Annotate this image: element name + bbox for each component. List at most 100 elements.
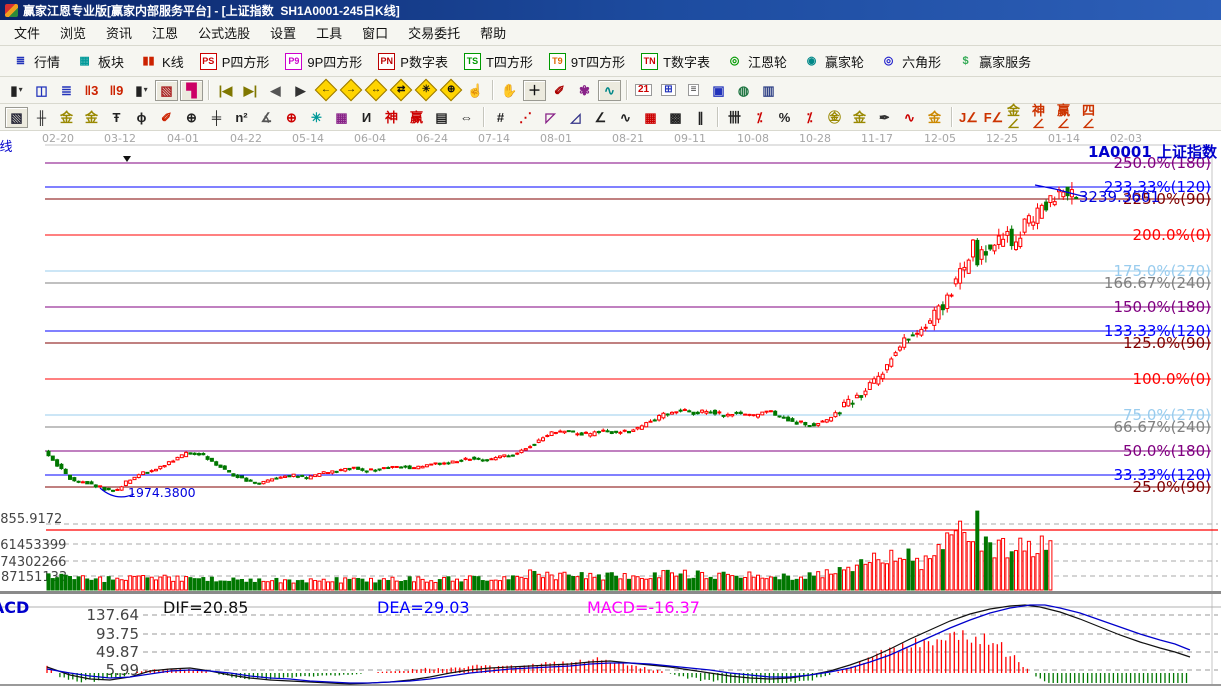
winner-wheel-button[interactable]: ◉赢家轮	[795, 49, 872, 74]
wave-mark-icon[interactable]: И	[355, 107, 378, 128]
fibo-ruler-icon[interactable]: Ŧ	[105, 107, 128, 128]
shift-right-icon[interactable]: →	[339, 80, 362, 101]
p-number-table-button[interactable]: PNP数字表	[370, 49, 456, 74]
brush-icon[interactable]: ✒	[873, 107, 896, 128]
calculator-icon[interactable]: ⊞	[657, 80, 680, 101]
gold-ratio-1-icon[interactable]: 金	[55, 107, 78, 128]
shen-tool-icon[interactable]: 神	[380, 107, 403, 128]
bars-9-icon[interactable]: ‖9	[105, 80, 128, 101]
crosshair-icon[interactable]: ＋	[523, 80, 546, 101]
percent-slash-icon[interactable]: ⁒	[748, 107, 771, 128]
prev-bar-icon[interactable]: ◀	[264, 80, 287, 101]
menu-item-3[interactable]: 资讯	[96, 19, 142, 46]
p-square-button[interactable]: PSP四方形	[192, 49, 278, 74]
chart-area[interactable]: 02-2003-1204-0104-2205-1406-0406-2407-14…	[0, 131, 1221, 689]
menu-item-9[interactable]: 交易委托	[398, 19, 470, 46]
time-circle-icon[interactable]: ⊕	[180, 107, 203, 128]
kline-style-icon[interactable]: ▮▾	[5, 80, 28, 101]
box-frame-icon[interactable]: #	[489, 107, 512, 128]
9t-square-button[interactable]: T99T四方形	[541, 49, 633, 74]
shen-angle-icon[interactable]: 神∠	[1032, 107, 1055, 128]
macd-scale-label: 93.75	[96, 625, 139, 643]
gann-ruler-icon[interactable]: ╫	[30, 107, 53, 128]
winner-service-button[interactable]: $赢家服务	[949, 49, 1039, 74]
grid-arrow-icon[interactable]: ▩	[664, 107, 687, 128]
circle-cross-icon[interactable]: ⊕	[280, 107, 303, 128]
menu-item-5[interactable]: 公式选股	[188, 19, 260, 46]
zigzag-icon[interactable]: ∿	[614, 107, 637, 128]
window-title: 赢家江恩专业版[赢家内部服务平台] - [上证指数 SH1A0001-245日K…	[23, 2, 400, 19]
angle-lines-icon[interactable]: ∠	[589, 107, 612, 128]
next-bar-icon[interactable]: ▶	[289, 80, 312, 101]
hexagon-button[interactable]: ◎六角形	[872, 49, 949, 74]
gann-pattern-box-icon[interactable]: ▧	[155, 80, 178, 101]
t-number-table-button[interactable]: TNT数字表	[633, 49, 718, 74]
toolbar-separator	[951, 107, 952, 127]
menu-item-8[interactable]: 窗口	[352, 19, 398, 46]
gann-wheel-button[interactable]: ◎江恩轮	[718, 49, 795, 74]
gold-wave-icon[interactable]: 金	[923, 107, 946, 128]
percent-line-icon[interactable]: ⁒	[798, 107, 821, 128]
bars-3-icon[interactable]: ‖3	[80, 80, 103, 101]
ray-box-blue-icon[interactable]: ◿	[564, 107, 587, 128]
gold-level-icon[interactable]: 金	[848, 107, 871, 128]
percent-icon[interactable]: %	[773, 107, 796, 128]
menu-item-6[interactable]: 设置	[260, 19, 306, 46]
wave-tool-icon[interactable]: ∿	[598, 80, 621, 101]
draw-pointer-icon[interactable]: ☝	[464, 80, 487, 101]
span-arrows-icon[interactable]: ⇔	[455, 107, 478, 128]
sectors-button[interactable]: ▦板块	[68, 49, 132, 74]
si-angle-icon[interactable]: 四∠	[1082, 107, 1105, 128]
f-angle-icon[interactable]: F∠	[982, 107, 1005, 128]
menu-item-10[interactable]: 帮助	[470, 19, 516, 46]
expand-horizontal-icon[interactable]: ↔	[364, 80, 387, 101]
box-tool-icon[interactable]: ✾	[573, 80, 596, 101]
zoom-pin-icon[interactable]: ✐	[548, 80, 571, 101]
gold-ratio-2-icon[interactable]: 金	[80, 107, 103, 128]
quotes-button[interactable]: ≣行情	[4, 49, 68, 74]
menu-item-1[interactable]: 文件	[4, 19, 50, 46]
red-grid-icon[interactable]: ▦	[639, 107, 662, 128]
menu-item-4[interactable]: 江恩	[142, 19, 188, 46]
save-icon[interactable]: ▣	[707, 80, 730, 101]
notepad-icon[interactable]: ≡	[682, 80, 705, 101]
kline-button[interactable]: ▮▮K线	[132, 49, 192, 74]
star-grid-icon[interactable]: ✳	[305, 107, 328, 128]
zoom-full-icon[interactable]: ✳	[414, 80, 437, 101]
info-list-icon[interactable]: ≣	[55, 80, 78, 101]
shift-left-icon[interactable]: ←	[314, 80, 337, 101]
send-web-icon[interactable]: ◍	[732, 80, 755, 101]
compress-horizontal-icon[interactable]: ⇄	[389, 80, 412, 101]
square-grid-icon[interactable]: ▦	[330, 107, 353, 128]
system-pc-icon[interactable]: ▥	[757, 80, 780, 101]
price-bars-icon[interactable]: 卌	[723, 107, 746, 128]
grid-ruler-icon[interactable]: ╪	[205, 107, 228, 128]
j-angle-icon[interactable]: J∠	[957, 107, 980, 128]
pin-tool-icon[interactable]: ✐	[155, 107, 178, 128]
ray-box-purple-icon[interactable]: ◸	[539, 107, 562, 128]
grid-123-icon[interactable]: ▤	[430, 107, 453, 128]
last-bar-icon[interactable]: ▶|	[239, 80, 262, 101]
first-bar-icon[interactable]: |◀	[214, 80, 237, 101]
t-square-button[interactable]: TST四方形	[456, 49, 541, 74]
tool-active-icon[interactable]: ▧	[5, 107, 28, 128]
overlay-chart-icon[interactable]: ◫	[30, 80, 53, 101]
menu-item-2[interactable]: 浏览	[50, 19, 96, 46]
hand-pan-icon[interactable]: ✋	[498, 80, 521, 101]
calendar-icon[interactable]: 21	[632, 80, 655, 101]
gold-angle-icon[interactable]: 金∠	[1007, 107, 1030, 128]
spiral-icon[interactable]: ϕ	[130, 107, 153, 128]
a-wave-icon[interactable]: ∿	[898, 107, 921, 128]
color-histogram-icon[interactable]: ▜	[180, 80, 203, 101]
n-square-icon[interactable]: n²	[230, 107, 253, 128]
zoom-circle-icon[interactable]: ⊕	[439, 80, 462, 101]
9p-square-button[interactable]: P99P四方形	[277, 49, 370, 74]
ying-angle-icon[interactable]: 赢∠	[1057, 107, 1080, 128]
gold-circle-icon[interactable]: ㊎	[823, 107, 846, 128]
ying-tool-icon[interactable]: 赢	[405, 107, 428, 128]
candle-type-icon[interactable]: ▮▾	[130, 80, 153, 101]
angle-fan-icon[interactable]: ∡	[255, 107, 278, 128]
ray-fan-red-icon[interactable]: ⋰	[514, 107, 537, 128]
menu-item-7[interactable]: 工具	[306, 19, 352, 46]
parallel-lines-icon[interactable]: ∥	[689, 107, 712, 128]
